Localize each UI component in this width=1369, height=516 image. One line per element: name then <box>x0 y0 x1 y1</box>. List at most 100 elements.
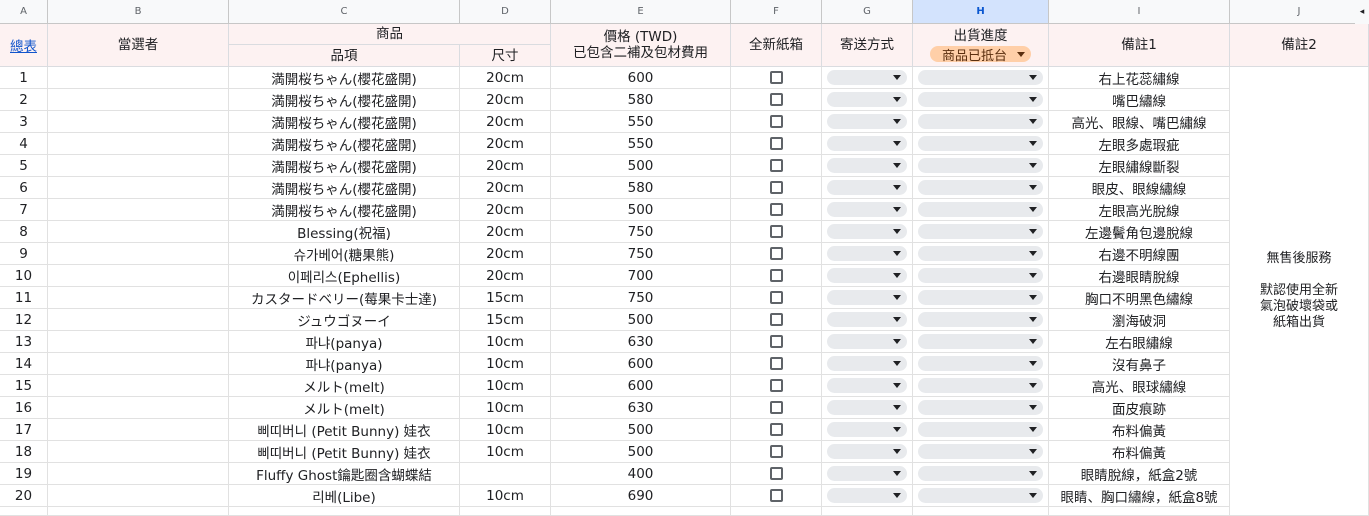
price-cell[interactable]: 630 <box>551 397 731 419</box>
size-cell[interactable]: 20cm <box>460 243 551 265</box>
item-cell[interactable]: 満開桜ちゃん(櫻花盛開) <box>229 133 460 155</box>
shipping-dropdown[interactable] <box>827 466 907 481</box>
column-header-g[interactable]: G <box>822 0 913 24</box>
new-box-checkbox[interactable] <box>769 335 783 348</box>
shipping-dropdown[interactable] <box>827 246 907 261</box>
winner-cell[interactable] <box>48 331 229 353</box>
winner-cell[interactable] <box>48 265 229 287</box>
price-cell[interactable]: 580 <box>551 89 731 111</box>
new-box-checkbox[interactable] <box>769 225 783 238</box>
note1-cell[interactable]: 嘴巴繡線 <box>1049 89 1230 111</box>
new-box-checkbox[interactable] <box>769 423 783 436</box>
size-cell[interactable] <box>460 463 551 485</box>
price-cell[interactable]: 550 <box>551 111 731 133</box>
scroll-left-icon[interactable]: ◂ <box>1355 0 1369 24</box>
item-cell[interactable]: メルト(melt) <box>229 375 460 397</box>
item-cell[interactable]: 満開桜ちゃん(櫻花盛開) <box>229 89 460 111</box>
empty-cell[interactable] <box>551 507 731 516</box>
note1-cell[interactable]: 左右眼繡線 <box>1049 331 1230 353</box>
shipping-dropdown[interactable] <box>827 114 907 129</box>
progress-dropdown[interactable] <box>918 224 1043 239</box>
progress-dropdown[interactable] <box>918 202 1043 217</box>
progress-filter-chip[interactable]: 商品已抵台 <box>929 46 1031 64</box>
winner-cell[interactable] <box>48 419 229 441</box>
size-cell[interactable]: 20cm <box>460 67 551 89</box>
note1-cell[interactable]: 眼皮、眼線繡線 <box>1049 177 1230 199</box>
item-cell[interactable]: 満開桜ちゃん(櫻花盛開) <box>229 177 460 199</box>
size-cell[interactable]: 20cm <box>460 133 551 155</box>
size-cell[interactable]: 10cm <box>460 353 551 375</box>
price-cell[interactable]: 600 <box>551 375 731 397</box>
size-cell[interactable]: 10cm <box>460 485 551 507</box>
empty-cell[interactable] <box>48 507 229 516</box>
shipping-dropdown[interactable] <box>827 70 907 85</box>
item-cell[interactable]: 슈가베어(糖果熊) <box>229 243 460 265</box>
item-cell[interactable]: カスタードベリー(莓果卡士達) <box>229 287 460 309</box>
size-cell[interactable]: 20cm <box>460 155 551 177</box>
note1-cell[interactable]: 瀏海破洞 <box>1049 309 1230 331</box>
winner-cell[interactable] <box>48 287 229 309</box>
price-cell[interactable]: 600 <box>551 67 731 89</box>
winner-cell[interactable] <box>48 309 229 331</box>
winner-cell[interactable] <box>48 111 229 133</box>
progress-dropdown[interactable] <box>918 70 1043 85</box>
shipping-dropdown[interactable] <box>827 224 907 239</box>
price-cell[interactable]: 500 <box>551 419 731 441</box>
note1-cell[interactable]: 左眼繡線斷裂 <box>1049 155 1230 177</box>
item-cell[interactable]: 리베(Libe) <box>229 485 460 507</box>
shipping-dropdown[interactable] <box>827 422 907 437</box>
empty-cell[interactable] <box>460 507 551 516</box>
winner-cell[interactable] <box>48 133 229 155</box>
note1-cell[interactable]: 眼睛、胸口繡線，紙盒8號 <box>1049 485 1230 507</box>
new-box-checkbox[interactable] <box>769 401 783 414</box>
price-cell[interactable]: 600 <box>551 353 731 375</box>
winner-cell[interactable] <box>48 89 229 111</box>
price-cell[interactable]: 500 <box>551 199 731 221</box>
item-cell[interactable]: 満開桜ちゃん(櫻花盛開) <box>229 155 460 177</box>
price-cell[interactable]: 690 <box>551 485 731 507</box>
winner-cell[interactable] <box>48 177 229 199</box>
price-cell[interactable]: 500 <box>551 155 731 177</box>
column-header-j[interactable]: J <box>1230 0 1369 24</box>
shipping-dropdown[interactable] <box>827 312 907 327</box>
price-cell[interactable]: 500 <box>551 309 731 331</box>
shipping-dropdown[interactable] <box>827 400 907 415</box>
progress-dropdown[interactable] <box>918 180 1043 195</box>
note1-cell[interactable]: 右邊眼睛脫線 <box>1049 265 1230 287</box>
winner-cell[interactable] <box>48 485 229 507</box>
column-header-i[interactable]: I <box>1049 0 1230 24</box>
new-box-checkbox[interactable] <box>769 467 783 480</box>
progress-dropdown[interactable] <box>918 444 1043 459</box>
item-cell[interactable]: ジュウゴヌーイ <box>229 309 460 331</box>
note1-cell[interactable]: 眼睛脫線，紙盒2號 <box>1049 463 1230 485</box>
new-box-checkbox[interactable] <box>769 313 783 326</box>
price-cell[interactable]: 630 <box>551 331 731 353</box>
new-box-checkbox[interactable] <box>769 137 783 150</box>
note1-cell[interactable]: 面皮痕跡 <box>1049 397 1230 419</box>
empty-cell[interactable] <box>1049 507 1230 516</box>
shipping-dropdown[interactable] <box>827 180 907 195</box>
progress-dropdown[interactable] <box>918 290 1043 305</box>
size-cell[interactable]: 15cm <box>460 287 551 309</box>
new-box-checkbox[interactable] <box>769 159 783 172</box>
winner-cell[interactable] <box>48 199 229 221</box>
shipping-dropdown[interactable] <box>827 268 907 283</box>
empty-cell[interactable] <box>822 507 913 516</box>
new-box-checkbox[interactable] <box>769 93 783 106</box>
summary-link[interactable]: 總表 <box>10 35 37 55</box>
size-cell[interactable]: 20cm <box>460 199 551 221</box>
item-cell[interactable]: 파냐(panya) <box>229 353 460 375</box>
note1-cell[interactable]: 左眼多處瑕疵 <box>1049 133 1230 155</box>
progress-dropdown[interactable] <box>918 246 1043 261</box>
progress-dropdown[interactable] <box>918 136 1043 151</box>
new-box-checkbox[interactable] <box>769 71 783 84</box>
price-cell[interactable]: 700 <box>551 265 731 287</box>
price-cell[interactable]: 400 <box>551 463 731 485</box>
note1-cell[interactable]: 沒有鼻子 <box>1049 353 1230 375</box>
new-box-checkbox[interactable] <box>769 181 783 194</box>
progress-dropdown[interactable] <box>918 268 1043 283</box>
note1-cell[interactable]: 左眼高光脫線 <box>1049 199 1230 221</box>
size-cell[interactable]: 20cm <box>460 177 551 199</box>
note2-merged-cell[interactable]: 無售後服務 默認使用全新 氣泡破壞袋或 紙箱出貨 <box>1230 67 1369 516</box>
shipping-dropdown[interactable] <box>827 290 907 305</box>
